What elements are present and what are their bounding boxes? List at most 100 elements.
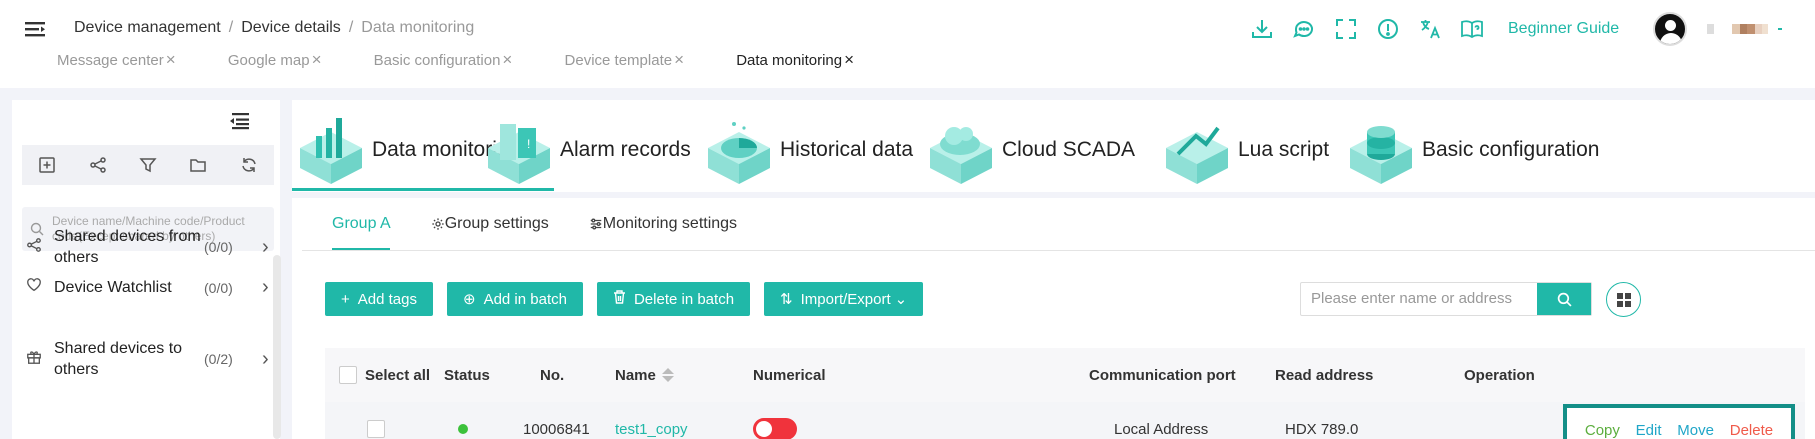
numerical-toggle[interactable] [753,418,797,439]
subtab-divider [302,250,1815,251]
close-icon[interactable]: × [844,50,854,69]
top-bar: Device management / Device details / Data mo… [0,0,1815,88]
delete-button[interactable]: Delete [1730,422,1773,439]
button-label: Add in batch [483,290,567,308]
table-header: Select all Status No. Name Numerical Com… [325,348,1805,402]
avatar[interactable] [1653,12,1688,46]
column-name-label: Name [615,366,656,384]
fullscreen-icon[interactable] [1334,17,1358,41]
import-export-button[interactable]: ⇅ Import/Export ⌄ [764,282,924,316]
move-button[interactable]: Move [1677,422,1714,439]
function-tab-label: Lua script [1238,138,1330,161]
chevron-right-icon[interactable]: › [262,348,269,371]
tab-device-template[interactable]: Device template × [565,50,685,70]
tag-search: Please enter name or address [1300,282,1592,316]
function-tab-label: Basic configuration [1422,138,1600,161]
subtab-label: Group A [332,215,391,232]
breadcrumb-device-management[interactable]: Device management [74,19,221,36]
tab-label: Device template [564,52,673,69]
sort-icon[interactable] [661,368,674,382]
sidebar-collapse-icon[interactable] [228,112,250,130]
delete-in-batch-button[interactable]: Delete in batch [596,282,751,316]
grid-view-icon[interactable] [1606,282,1641,317]
chevron-right-icon[interactable]: › [262,236,269,259]
row-operations: Copy Edit Move Delete [1563,404,1795,439]
close-icon[interactable]: × [312,50,322,69]
add-icon[interactable] [38,156,56,174]
gift-icon [26,349,42,370]
guide-book-icon[interactable] [1460,17,1484,41]
folder-icon[interactable] [189,156,207,174]
function-tab-label: Cloud SCADA [1002,138,1136,161]
select-all-checkbox[interactable] [339,366,357,384]
select-all[interactable]: Select all [339,348,430,402]
row-read-address: HDX 789.0 [1285,420,1359,438]
refresh-icon[interactable] [240,156,258,174]
tab-monitoring-settings[interactable]: Monitoring settings [589,215,737,233]
sidebar-item-shared-from-others[interactable]: Shared devices from others (0/0) › [26,226,278,268]
add-tags-button[interactable]: + Add tags [325,282,433,316]
button-label: Import/Export [800,290,891,308]
sidebar-item-shared-to-others[interactable]: Shared devices to others (0/2) › [26,338,278,380]
header-tools: Beginner Guide [1250,12,1783,46]
download-icon[interactable] [1250,17,1274,41]
breadcrumb-separator: / [228,19,234,36]
sliders-icon [590,218,602,230]
beginner-guide-link[interactable]: Beginner Guide [1508,20,1619,38]
sidebar-item-device-watchlist[interactable]: Device Watchlist (0/0) › [26,276,278,299]
chevron-right-icon[interactable]: › [262,276,269,299]
tab-basic-configuration-function[interactable]: Basic configuration [1346,114,1599,186]
tab-data-monitoring[interactable]: Data monitoring × [736,50,854,70]
search-icon [1557,292,1572,307]
breadcrumb-device-details[interactable]: Device details [241,19,341,36]
column-no: No. [540,366,565,384]
copy-button[interactable]: Copy [1585,422,1620,439]
user-name-blurred[interactable] [1707,24,1783,34]
info-icon[interactable] [1376,17,1400,41]
chevron-down-icon: ⌄ [894,291,908,308]
tab-lua-script[interactable]: Lua script [1162,114,1329,186]
active-subtab-indicator [332,248,390,250]
script-icon [1166,126,1228,184]
add-in-batch-button[interactable]: ⊕ Add in batch [446,282,583,316]
sidebar-toolbar [22,145,274,185]
alarm-icon: ! [488,124,550,184]
close-icon[interactable]: × [166,50,176,69]
filter-icon[interactable] [139,156,157,174]
tab-group-a[interactable]: Group A [332,215,391,233]
message-icon[interactable] [1292,17,1316,41]
sidebar-scrollbar[interactable] [273,255,281,439]
tab-message-center[interactable]: Message center × [57,50,176,70]
close-icon[interactable]: × [502,50,512,69]
subtab-label: Monitoring settings [602,215,738,232]
tab-cloud-scada[interactable]: Cloud SCADA [926,114,1135,186]
device-sidebar: Device name/Machine code/Product code(Ex… [12,100,280,439]
row-checkbox-cell [367,402,385,439]
sidebar-item-count: (0/0) [204,239,233,255]
translate-icon[interactable] [1418,17,1442,41]
numerical-cell [753,402,797,439]
tab-historical-data[interactable]: Historical data [704,114,913,186]
sidebar-item-count: (0/0) [204,279,233,296]
row-name-link[interactable]: test1_copy [615,402,688,439]
trash-icon [613,290,626,308]
tab-alarm-records[interactable]: ! Alarm records [484,114,691,186]
search-button[interactable] [1537,283,1591,315]
tab-basic-configuration[interactable]: Basic configuration × [374,50,513,70]
main-content: Data monitoring ! Alarm records Historic… [292,100,1815,439]
tab-group-settings[interactable]: Group settings [431,215,549,233]
close-icon[interactable]: × [674,50,684,69]
tab-label: Message center [57,52,164,69]
menu-toggle-icon[interactable] [24,18,46,40]
status-online-dot [458,424,468,434]
column-name[interactable]: Name [615,348,674,402]
edit-button[interactable]: Edit [1636,422,1662,439]
group-tabs: Group A Group settings Monitoring settin… [332,198,777,250]
tag-search-input[interactable]: Please enter name or address [1301,283,1537,315]
tab-google-map[interactable]: Google map × [228,50,322,70]
row-checkbox[interactable] [367,420,385,438]
breadcrumb-data-monitoring: Data monitoring [361,19,475,36]
share-icon[interactable] [89,156,107,174]
plus-circle-icon: ⊕ [462,291,476,308]
column-select-all: Select all [365,366,431,384]
